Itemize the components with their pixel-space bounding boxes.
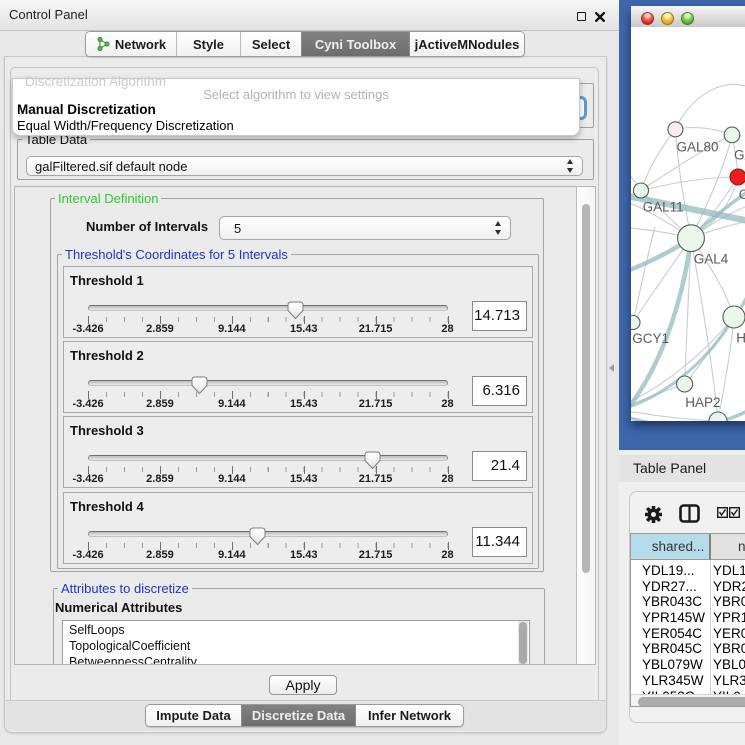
svg-text:GCY1: GCY1 <box>632 331 669 346</box>
svg-text:HAP2: HAP2 <box>685 395 720 410</box>
svg-text:CD: CD <box>739 187 745 202</box>
svg-text:GAL4: GAL4 <box>694 252 729 267</box>
svg-text:GA: GA <box>734 147 745 162</box>
svg-text:HS: HS <box>736 331 745 346</box>
svg-text:GAL11: GAL11 <box>643 199 684 214</box>
svg-text:GAL80: GAL80 <box>677 140 719 155</box>
